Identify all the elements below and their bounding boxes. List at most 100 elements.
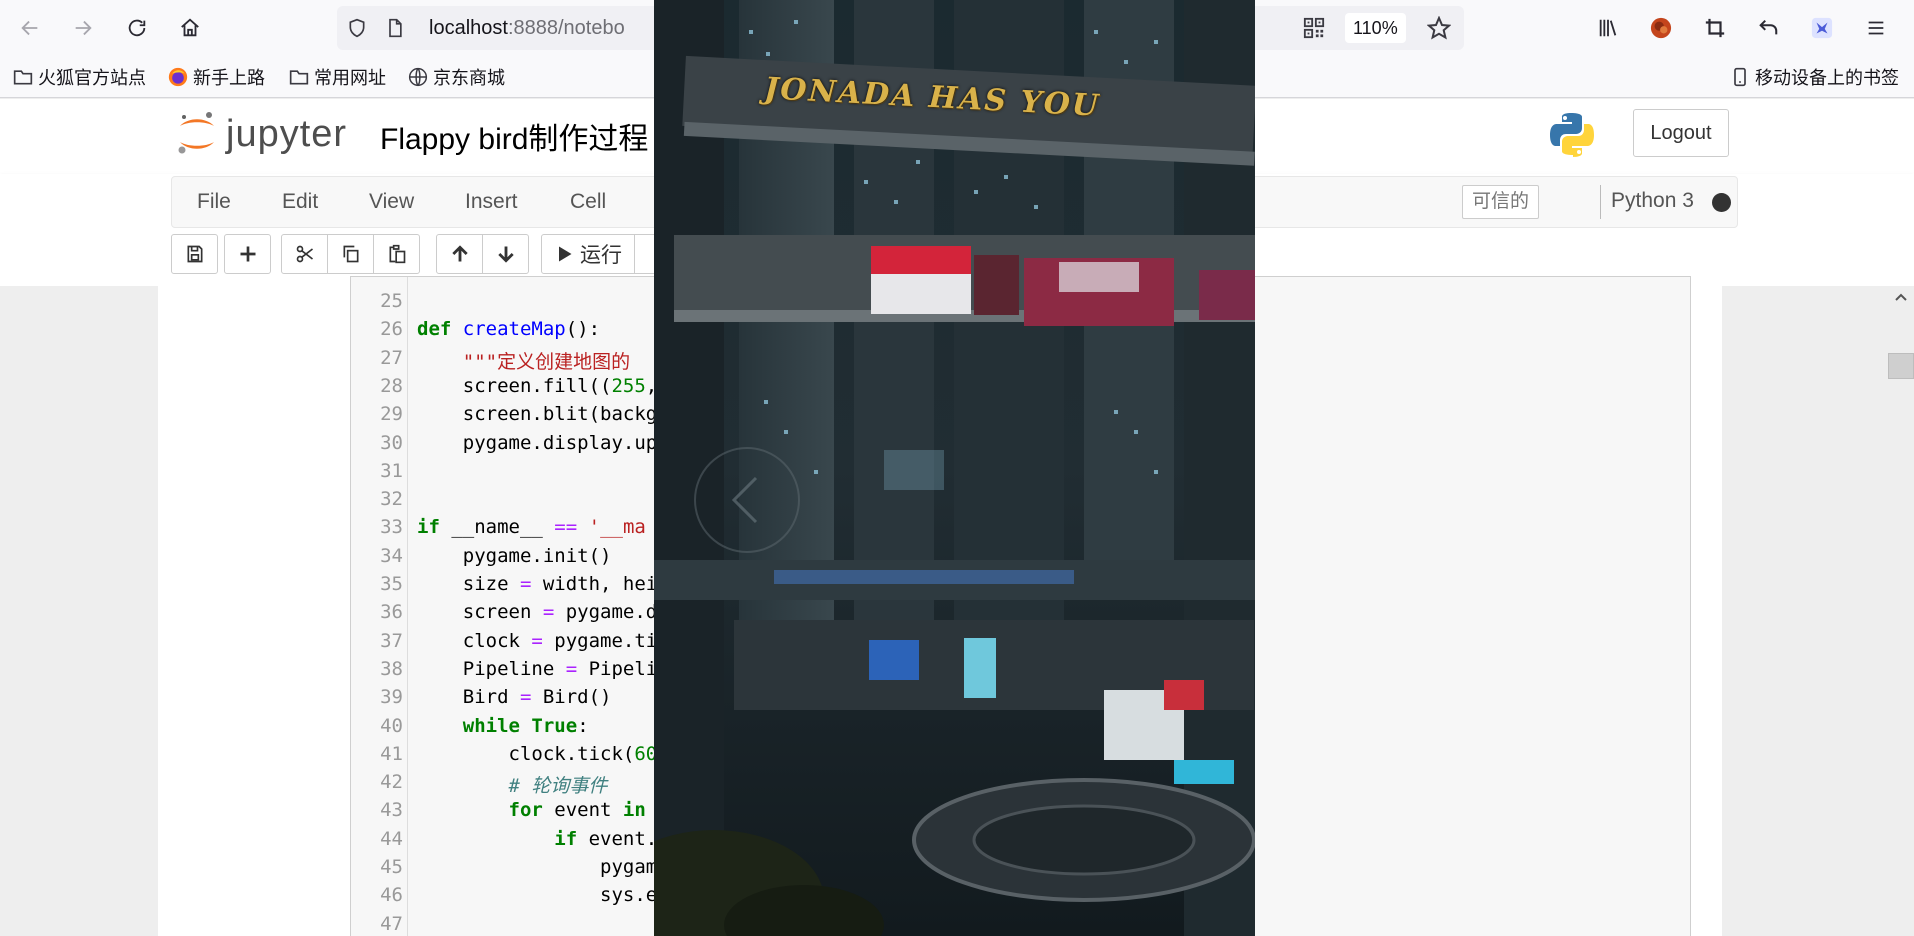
reload-icon: [128, 19, 146, 37]
chevron-up-icon[interactable]: [1894, 290, 1908, 304]
app-menu-button[interactable]: [1858, 10, 1894, 46]
line-number: 36: [380, 601, 403, 624]
shield-icon[interactable]: [347, 18, 367, 38]
run-button[interactable]: 运行: [541, 234, 635, 274]
undo-button[interactable]: [1750, 10, 1786, 46]
copy-button[interactable]: [327, 234, 374, 274]
account-button[interactable]: [1643, 10, 1679, 46]
arrow-right-icon: [75, 20, 92, 36]
code-token: pygame.init(): [417, 544, 612, 567]
mobile-device-icon: [1730, 67, 1750, 87]
move-down-button[interactable]: [482, 234, 529, 274]
bookmark-label: 京东商城: [433, 68, 505, 88]
line-number: 28: [380, 374, 403, 397]
code-line: screen.blit(backg: [417, 403, 657, 425]
menu-file[interactable]: File: [197, 190, 231, 214]
forward-button[interactable]: [65, 10, 101, 46]
line-number: 47: [380, 912, 403, 935]
code-token: pygam: [417, 856, 658, 878]
kernel-status-indicator: [1712, 193, 1731, 212]
jupyter-logo[interactable]: jupyter: [176, 109, 347, 159]
hamburger-menu-icon: [1868, 21, 1884, 35]
code-token: size: [417, 573, 520, 595]
code-token: pygame.d: [554, 601, 658, 624]
code-token: :: [577, 714, 589, 737]
line-number: 30: [380, 431, 403, 454]
code-line: def createMap():: [417, 318, 600, 340]
insert-cell-button[interactable]: [224, 234, 271, 274]
play-icon: [559, 246, 572, 262]
home-button[interactable]: [172, 10, 208, 46]
line-number: 43: [380, 799, 403, 822]
line-number: 37: [380, 629, 403, 652]
page-icon[interactable]: [385, 18, 405, 38]
code-token: ==: [554, 516, 578, 539]
reload-button[interactable]: [119, 10, 155, 46]
code-token: pygame.display.up: [417, 431, 658, 454]
vertical-scrollbar[interactable]: [1888, 286, 1914, 936]
bookmark-item[interactable]: 火狐官方站点: [13, 65, 146, 89]
line-number: 45: [380, 856, 403, 878]
library-button[interactable]: [1590, 10, 1626, 46]
code-line: """定义创建地图的: [417, 347, 630, 374]
code-token: screen.fill((: [417, 374, 612, 397]
code-token: __name__: [439, 516, 555, 539]
code-token: in: [622, 799, 646, 822]
python-logo-icon: [1550, 113, 1594, 157]
code-line: Bird = Bird(): [417, 686, 612, 708]
avatar-icon: [1650, 17, 1672, 39]
save-button[interactable]: [171, 234, 218, 274]
game-window[interactable]: JONADA HAS YOU: [654, 0, 1255, 936]
code-token: 255: [611, 374, 646, 397]
screenshot-button[interactable]: [1697, 10, 1733, 46]
bookmark-item[interactable]: 京东商城: [408, 65, 505, 89]
notebook-title[interactable]: Flappy bird制作过程: [380, 114, 648, 158]
code-line: while True:: [417, 715, 589, 737]
qr-code-icon[interactable]: [1303, 17, 1325, 39]
code-token: Pipeli: [577, 657, 658, 680]
code-token: event.: [577, 827, 658, 850]
line-number: 33: [380, 516, 403, 539]
extension-button[interactable]: [1804, 10, 1840, 46]
url-text[interactable]: localhost:8888/notebo: [429, 17, 625, 40]
trusted-badge[interactable]: 可信的: [1462, 185, 1540, 219]
paste-button[interactable]: [373, 234, 420, 274]
extension-icon: [1811, 17, 1833, 39]
library-icon: [1599, 19, 1617, 37]
code-line: if event.: [417, 828, 657, 850]
mobile-bookmarks[interactable]: 移动设备上的书签: [1730, 65, 1899, 89]
logout-button[interactable]: Logout: [1633, 109, 1729, 157]
bookmark-item[interactable]: 常用网址: [289, 65, 386, 89]
line-number: 39: [380, 686, 403, 709]
code-token: width, hei: [531, 573, 658, 595]
code-line: size = width, hei: [417, 573, 658, 595]
code-token: ():: [565, 318, 601, 341]
code-line: Pipeline = Pipeli: [417, 657, 658, 680]
url-path: :8888/notebo: [507, 17, 625, 39]
save-icon: [187, 245, 202, 263]
bookmark-item[interactable]: 新手上路: [168, 65, 265, 89]
menu-edit[interactable]: Edit: [282, 190, 318, 214]
code-line: pygame.display.up: [417, 432, 657, 454]
bookmark-star-icon[interactable]: [1427, 16, 1451, 40]
move-up-button[interactable]: [436, 234, 483, 274]
jupyter-wordmark: jupyter: [226, 112, 348, 155]
menu-insert[interactable]: Insert: [465, 190, 518, 214]
code-token: for: [508, 799, 543, 822]
code-token: event: [542, 799, 623, 822]
arrow-down-icon: [497, 246, 514, 263]
menu-cell[interactable]: Cell: [570, 190, 606, 214]
code-token: clock.tick(: [417, 742, 635, 765]
menu-view[interactable]: View: [369, 190, 414, 214]
kernel-name[interactable]: Python 3: [1611, 189, 1694, 213]
cut-button[interactable]: [281, 234, 328, 274]
scrollbar-thumb[interactable]: [1888, 353, 1914, 379]
code-token: # 轮询事件: [508, 775, 608, 798]
line-number: 25: [380, 290, 403, 312]
zoom-level[interactable]: 110%: [1345, 13, 1406, 43]
code-token: '__ma: [588, 516, 646, 539]
code-token: while: [462, 714, 520, 737]
back-button[interactable]: [12, 10, 48, 46]
